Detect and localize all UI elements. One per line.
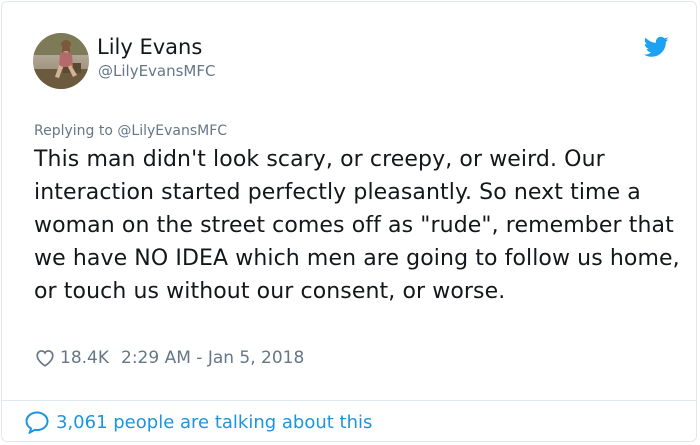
conversation-link[interactable]: 3,061 people are talking about this xyxy=(24,408,372,436)
user-handle[interactable]: @LilyEvansMFC xyxy=(98,62,215,80)
tweet-card: Lily Evans @LilyEvansMFC Replying to @Li… xyxy=(1,1,697,442)
avatar-photo xyxy=(33,33,89,89)
tweet-meta: 18.4K 2:29 AM - Jan 5, 2018 xyxy=(34,346,304,370)
twitter-bird-icon[interactable] xyxy=(644,36,669,58)
replying-to-prefix: Replying to xyxy=(34,123,113,139)
replying-to: Replying to @LilyEvansMFC xyxy=(34,123,227,139)
tweet-text: This man didn't look scary, or creepy, o… xyxy=(34,147,680,304)
replying-to-handle-link[interactable]: @LilyEvansMFC xyxy=(117,123,227,139)
like-count[interactable]: 18.4K xyxy=(60,348,109,368)
user-display-name[interactable]: Lily Evans xyxy=(97,35,202,59)
heart-outline-icon[interactable] xyxy=(34,347,56,369)
footer-divider xyxy=(2,400,696,401)
speech-bubble-icon xyxy=(25,411,49,434)
avatar[interactable] xyxy=(33,33,89,89)
conversation-count-text[interactable]: 3,061 people are talking about this xyxy=(56,412,372,433)
tweet-timestamp[interactable]: 2:29 AM - Jan 5, 2018 xyxy=(121,348,304,368)
